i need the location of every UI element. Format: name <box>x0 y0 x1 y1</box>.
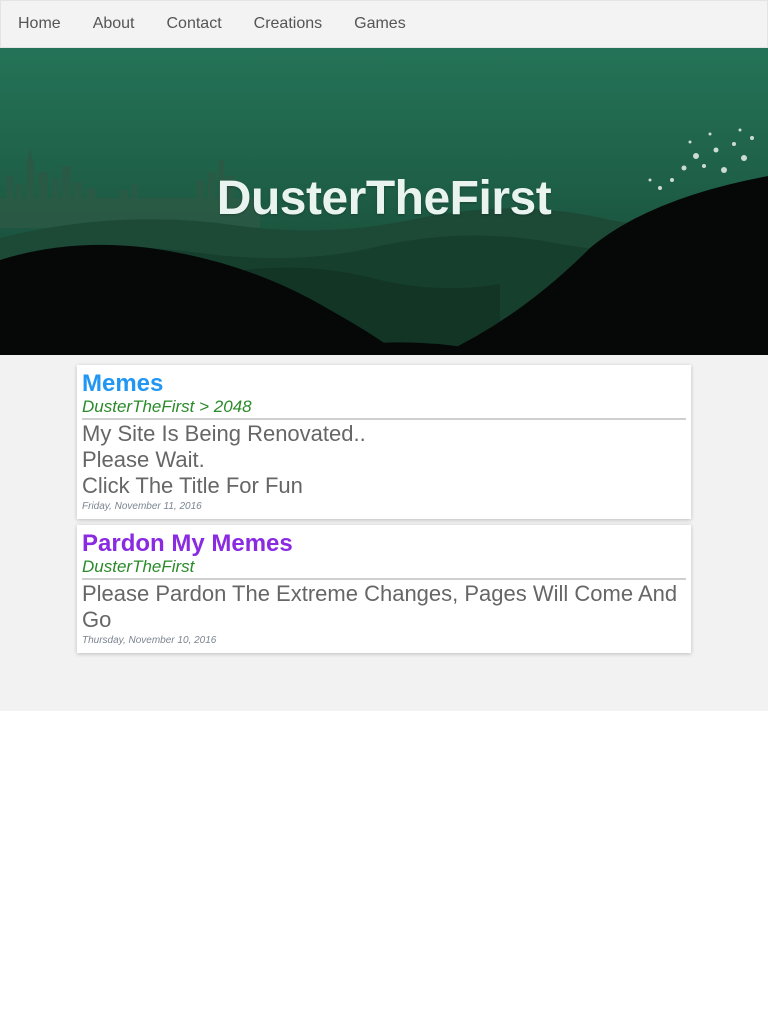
post-subtitle: DusterTheFirst <box>82 558 686 580</box>
post-body-line: Please Pardon The Extreme Changes, Pages… <box>82 581 678 632</box>
nav-creations[interactable]: Creations <box>238 1 338 47</box>
post-body: My Site Is Being Renovated.. Please Wait… <box>82 420 686 499</box>
post-body-line: Click The Title For Fun <box>82 473 303 498</box>
post-date: Thursday, November 10, 2016 <box>82 635 217 646</box>
nav-games[interactable]: Games <box>338 1 422 47</box>
post-title-link[interactable]: Memes <box>82 370 686 398</box>
nav-about[interactable]: About <box>77 1 151 47</box>
top-nav: Home About Contact Creations Games <box>0 0 768 48</box>
post-card: Memes DusterTheFirst > 2048 My Site Is B… <box>77 365 691 519</box>
nav-home[interactable]: Home <box>1 1 77 47</box>
content-area: Memes DusterTheFirst > 2048 My Site Is B… <box>0 355 768 711</box>
post-body-line: My Site Is Being Renovated.. <box>82 421 366 446</box>
post-card: Pardon My Memes DusterTheFirst Please Pa… <box>77 525 691 653</box>
nav-contact[interactable]: Contact <box>151 1 238 47</box>
post-body: Please Pardon The Extreme Changes, Pages… <box>82 580 686 633</box>
post-date: Friday, November 11, 2016 <box>82 501 202 512</box>
hero-banner: DusterTheFirst <box>0 48 768 355</box>
site-title: DusterTheFirst <box>216 172 552 225</box>
post-subtitle: DusterTheFirst > 2048 <box>82 398 686 420</box>
post-title-link[interactable]: Pardon My Memes <box>82 530 686 558</box>
post-body-line: Please Wait. <box>82 447 205 472</box>
